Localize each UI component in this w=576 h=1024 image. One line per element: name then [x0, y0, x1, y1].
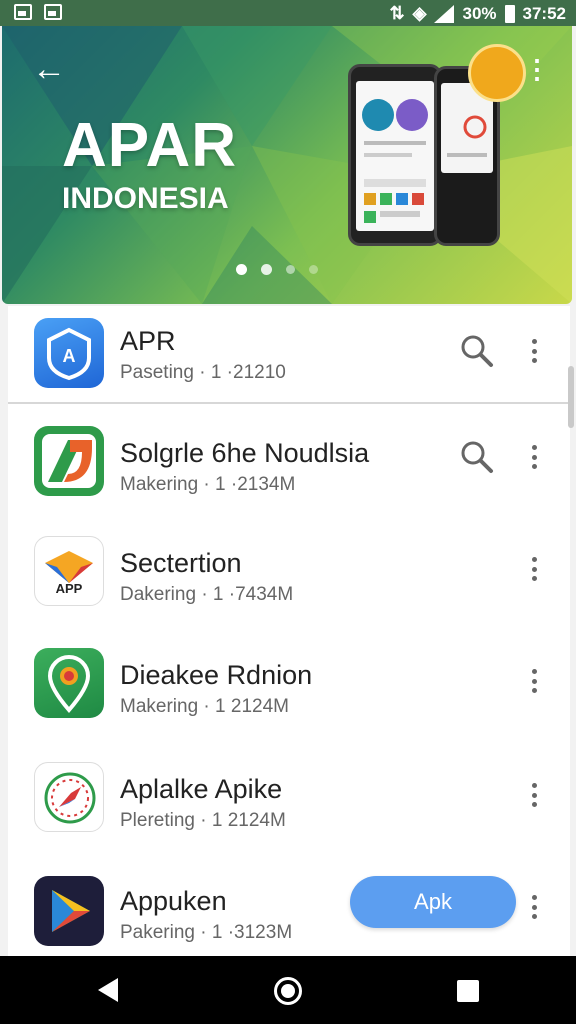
list-item[interactable]: A APR Paseting · 1 ·21210 [8, 306, 570, 404]
back-arrow-icon[interactable]: ← [32, 52, 66, 86]
list-item[interactable]: Dieakee Rdnion Makering · 1 2124M [8, 630, 570, 742]
svg-text:A: A [63, 346, 76, 366]
apk-download-button[interactable]: Apk [350, 876, 516, 928]
wifi-icon: ◈ [412, 3, 427, 23]
app-meta: Makering · 1 ·2134M [120, 474, 296, 495]
app-icon-sectertion: APP [34, 536, 104, 606]
scrollbar[interactable] [568, 366, 574, 428]
search-icon[interactable] [460, 334, 494, 368]
promo-badge-icon [468, 44, 526, 102]
app-name: Sectertion [120, 548, 242, 578]
list-item[interactable]: Solgrle 6he Noudlsia Makering · 1 ·2134M [8, 406, 570, 518]
svg-text:APP: APP [56, 581, 83, 596]
nav-back-icon[interactable] [98, 978, 118, 1002]
app-name: Appuken [120, 886, 227, 916]
app-name: APR [120, 326, 176, 356]
app-meta: Paseting · 1 ·21210 [120, 362, 286, 383]
more-vert-icon[interactable] [526, 780, 542, 810]
app-meta: Dakering · 1 ·7434M [120, 584, 294, 605]
list-item[interactable]: Aplalke Apike Plereting · 1 2124M [8, 742, 570, 854]
phone-illustration [348, 64, 442, 246]
nav-recents-icon[interactable] [457, 980, 479, 1002]
app-icon-dieakee [34, 648, 104, 718]
more-vert-icon[interactable] [526, 336, 542, 366]
list-item[interactable]: Appuken Pakering · 1 ·3123M Apk [8, 856, 570, 968]
app-meta: Plereting · 1 2124M [120, 810, 286, 831]
banner-logo-title: APAR [62, 111, 238, 180]
more-vert-icon[interactable] [526, 442, 542, 472]
carousel-dot[interactable] [286, 265, 295, 274]
system-nav-bar [0, 956, 576, 1024]
more-vert-icon[interactable] [526, 554, 542, 584]
status-bar: ⇅ ◈ 30% 37:52 [0, 0, 576, 26]
carousel-dot[interactable] [309, 265, 318, 274]
app-icon-solgrle [34, 426, 104, 496]
list-item[interactable]: APP Sectertion Dakering · 1 ·7434M [8, 518, 570, 630]
data-transfer-icon: ⇅ [389, 3, 405, 23]
battery-icon [504, 4, 515, 23]
signal-icon [434, 4, 455, 23]
app-meta: Makering · 1 2124M [120, 696, 289, 717]
image-notification-icon [44, 4, 62, 20]
battery-percent: 30% [462, 3, 497, 23]
clock: 37:52 [522, 3, 566, 23]
hero-banner[interactable]: ← APAR INDONESIA ⋮ [2, 26, 572, 304]
app-icon-appuken [34, 876, 104, 946]
gallery-notification-icon [14, 4, 32, 20]
app-meta: Pakering · 1 ·3123M [120, 922, 293, 943]
search-icon[interactable] [460, 440, 494, 474]
banner-logo-subtitle: INDONESIA [62, 182, 229, 215]
more-vert-icon[interactable]: ⋮ [524, 56, 550, 82]
app-icon-aplalke [34, 762, 104, 832]
nav-home-icon[interactable] [274, 977, 302, 1005]
more-vert-icon[interactable] [526, 666, 542, 696]
carousel-dot[interactable] [261, 264, 272, 275]
more-vert-icon[interactable] [526, 892, 542, 922]
app-name: Aplalke Apike [120, 774, 283, 804]
carousel-dot[interactable] [236, 264, 247, 275]
app-list: A APR Paseting · 1 ·21210 Solgrle 6he No… [8, 306, 570, 956]
carousel-indicator [236, 264, 318, 275]
app-name: Dieakee Rdnion [120, 660, 313, 690]
app-icon-apr: A [34, 318, 104, 388]
app-name: Solgrle 6he Noudlsia [120, 438, 370, 468]
